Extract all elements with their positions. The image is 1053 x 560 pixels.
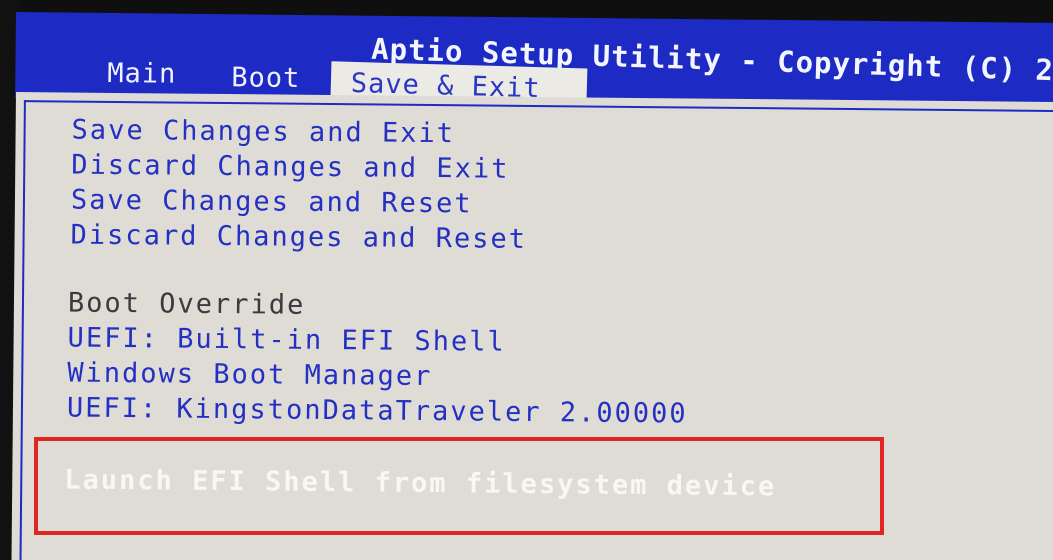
tab-boot[interactable]: Boot — [231, 62, 300, 94]
boot-option-windows-boot-manager[interactable]: Windows Boot Manager — [67, 358, 432, 393]
boot-override-heading: Boot Override — [67, 287, 306, 321]
boot-option-efi-shell[interactable]: UEFI: Built-in EFI Shell — [67, 323, 505, 358]
tab-main[interactable]: Main — [107, 58, 176, 90]
menu-item-discard-changes-reset[interactable]: Discard Changes and Reset — [70, 220, 527, 255]
menu-item-discard-changes-exit[interactable]: Discard Changes and Exit — [71, 150, 509, 185]
bios-screen: Aptio Setup Utility - Copyright (C) 2 Ma… — [0, 0, 1053, 560]
highlight-annotation-box — [34, 437, 884, 535]
boot-option-kingston-usb[interactable]: UEFI: KingstonDataTraveler 2.00000 — [67, 393, 688, 430]
menu-item-save-changes-reset[interactable]: Save Changes and Reset — [71, 185, 473, 220]
menu-item-save-changes-exit[interactable]: Save Changes and Exit — [71, 115, 455, 150]
